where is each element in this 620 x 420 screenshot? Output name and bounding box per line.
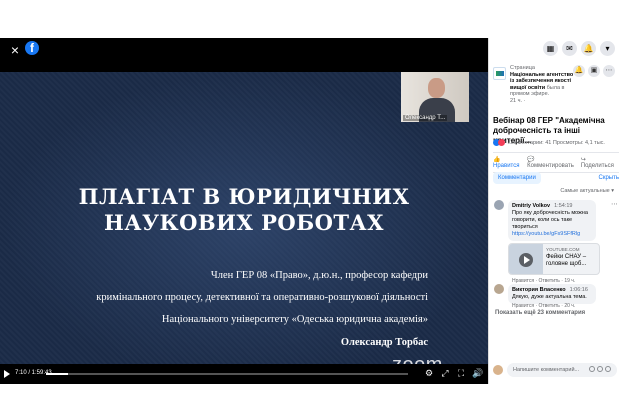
avatar	[493, 365, 503, 375]
comment-time[interactable]: 1:54:19	[554, 203, 572, 209]
page-info: Страница Національне агентство із забезп…	[510, 65, 578, 104]
camera-icon[interactable]	[597, 366, 603, 372]
comment-text: Дякую, дуже актуальна тема.	[512, 294, 587, 300]
progress-fill	[46, 373, 68, 375]
comment-more-icon[interactable]: ⋯	[611, 200, 618, 208]
page-logo[interactable]	[493, 67, 506, 80]
comment-button[interactable]: 💬 Комментировать	[527, 156, 581, 169]
video-player[interactable]: × f ПЛАГІАТ В ЮРИДИЧНИХ НАУКОВИХ РОБОТАХ…	[0, 38, 488, 384]
page-time: 21 ч. ·	[510, 97, 526, 104]
comment-meta[interactable]: Нравится · Ответить · 20 ч.	[512, 303, 575, 309]
notifications-icon[interactable]: 🔔	[581, 41, 596, 56]
video-controls: 7:10 / 1:59:43 ⚙ ⤢ ⛶ 🔊	[0, 364, 488, 384]
play-icon[interactable]	[4, 370, 10, 378]
like-button[interactable]: 👍 Нравится	[493, 156, 527, 169]
account-icon[interactable]: ▾	[600, 41, 615, 56]
tab-comments[interactable]: Комментарии	[493, 172, 541, 184]
slide-speaker-name: Олександр Торбас	[340, 337, 428, 348]
sort-dropdown[interactable]: Самые актуальные ▾	[560, 188, 614, 194]
top-icons: ▦ ✉ 🔔 ▾	[543, 41, 615, 56]
progress-bar[interactable]	[46, 373, 408, 375]
comment-author[interactable]: Виктория Власенко	[512, 287, 566, 293]
bell-icon[interactable]: 🔔	[573, 65, 585, 77]
fullscreen-icon[interactable]: ⤢	[440, 367, 450, 379]
comments-tabs: Комментарии Скрыть	[493, 172, 619, 184]
comment-link[interactable]: https://youtu.be/gFs9SFfRlg	[512, 231, 580, 237]
viewer-frame: × f ПЛАГІАТ В ЮРИДИЧНИХ НАУКОВИХ РОБОТАХ…	[0, 38, 620, 384]
page-label: Страница	[510, 65, 535, 71]
save-icon[interactable]: ▣	[588, 65, 600, 77]
close-icon[interactable]: ×	[8, 43, 22, 57]
emoji-icon[interactable]	[589, 366, 595, 372]
share-button[interactable]: ↪ Поделиться	[581, 156, 619, 169]
show-more-comments[interactable]: Показать ещё 23 комментария	[495, 310, 585, 316]
love-reaction-icon	[498, 139, 505, 146]
settings-icon[interactable]: ⚙	[424, 367, 434, 379]
slide-title-line-2: НАУКОВИХ РОБОТАХ	[104, 210, 384, 235]
messenger-icon[interactable]: ✉	[562, 41, 577, 56]
slide-subtitle-line-2: кримінального процесу, детективної та оп…	[96, 292, 428, 303]
volume-icon[interactable]: 🔊	[472, 367, 483, 379]
webcam-name-label: Олександр Т...	[403, 115, 448, 121]
stats-text: Комментарии: 41 Просмотры: 4,1 тыс.	[507, 139, 605, 146]
comment-author[interactable]: Dmitriy Volkov	[512, 203, 550, 209]
video-stats: Комментарии: 41 Просмотры: 4,1 тыс.	[493, 139, 619, 146]
slide-title-line-1: ПЛАГІАТ В ЮРИДИЧНИХ	[78, 184, 410, 209]
comment-time[interactable]: 1:06:16	[570, 287, 588, 293]
play-icon	[519, 253, 533, 267]
speaker-webcam: Олександр Т...	[401, 72, 469, 122]
more-icon[interactable]: ⋯	[603, 65, 615, 77]
comment-text: Про яку доброчесність можна говорити, ко…	[512, 210, 588, 230]
avatar[interactable]	[494, 284, 504, 294]
speaker-head	[428, 78, 445, 98]
facebook-logo[interactable]: f	[25, 41, 39, 55]
hide-button[interactable]: Скрыть	[599, 175, 619, 181]
slide-subtitle-line-1: Член ГЕР 08 «Право», д.ю.н., професор ка…	[210, 270, 428, 281]
expand-icon[interactable]: ⛶	[456, 367, 466, 379]
gif-icon[interactable]	[605, 366, 611, 372]
comment-item: Виктория Власенко 1:06:16 Дякую, дуже акт…	[494, 284, 618, 310]
comment-bubble: Dmitriy Volkov 1:54:19 Про яку доброчесні…	[508, 200, 596, 241]
menu-grid-icon[interactable]: ▦	[543, 41, 558, 56]
link-preview[interactable]: YOUTUBE.COM Фейки СНАУ – головне щоб...	[508, 243, 600, 275]
avatar[interactable]	[494, 200, 504, 210]
comment-bubble: Виктория Власенко 1:06:16 Дякую, дуже акт…	[508, 284, 596, 304]
comments-sidebar: ▦ ✉ 🔔 ▾ Страница Національне агентство і…	[488, 38, 620, 384]
comment-composer: Напишите комментарий...	[493, 363, 617, 379]
preview-title: Фейки СНАУ – головне щоб...	[546, 254, 587, 267]
preview-source: YOUTUBE.COM	[546, 247, 580, 252]
slide-subtitle-line-3: Національного університету «Одеська юрид…	[161, 314, 428, 325]
action-bar: 👍 Нравится 💬 Комментировать ↪ Поделиться	[493, 152, 619, 173]
